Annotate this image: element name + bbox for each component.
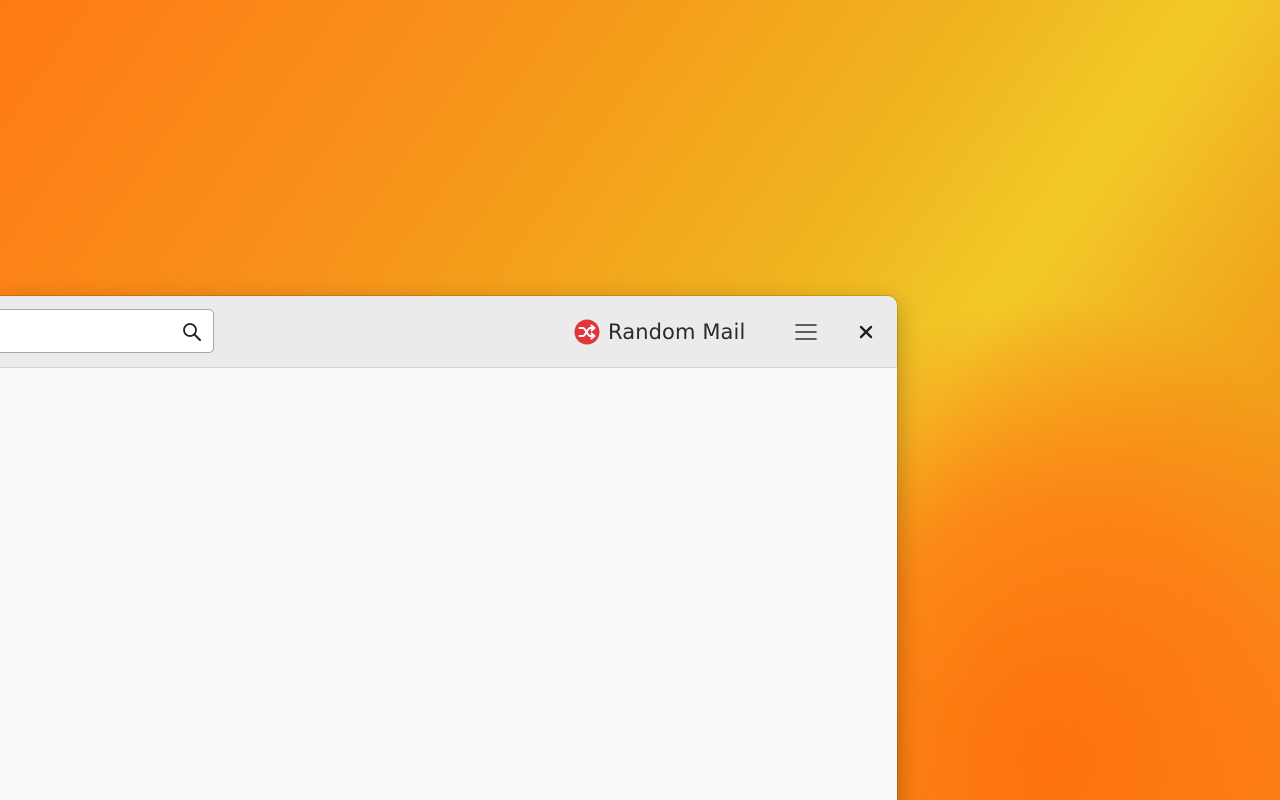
window-title: Random Mail (574, 316, 745, 348)
main-menu-button[interactable] (788, 314, 824, 350)
desktop-wallpaper: Random Mail (0, 0, 1280, 800)
app-title: Random Mail (608, 320, 746, 344)
app-window: Random Mail (0, 296, 897, 800)
header-bar: Random Mail (0, 296, 897, 368)
close-icon (858, 324, 874, 340)
search-input[interactable] (1, 310, 175, 354)
search-entry[interactable] (0, 309, 214, 354)
close-window-button[interactable] (848, 314, 884, 350)
content-area (0, 368, 897, 800)
shuffle-icon (574, 319, 600, 345)
hamburger-menu-icon (795, 323, 817, 341)
search-icon[interactable] (182, 322, 202, 342)
